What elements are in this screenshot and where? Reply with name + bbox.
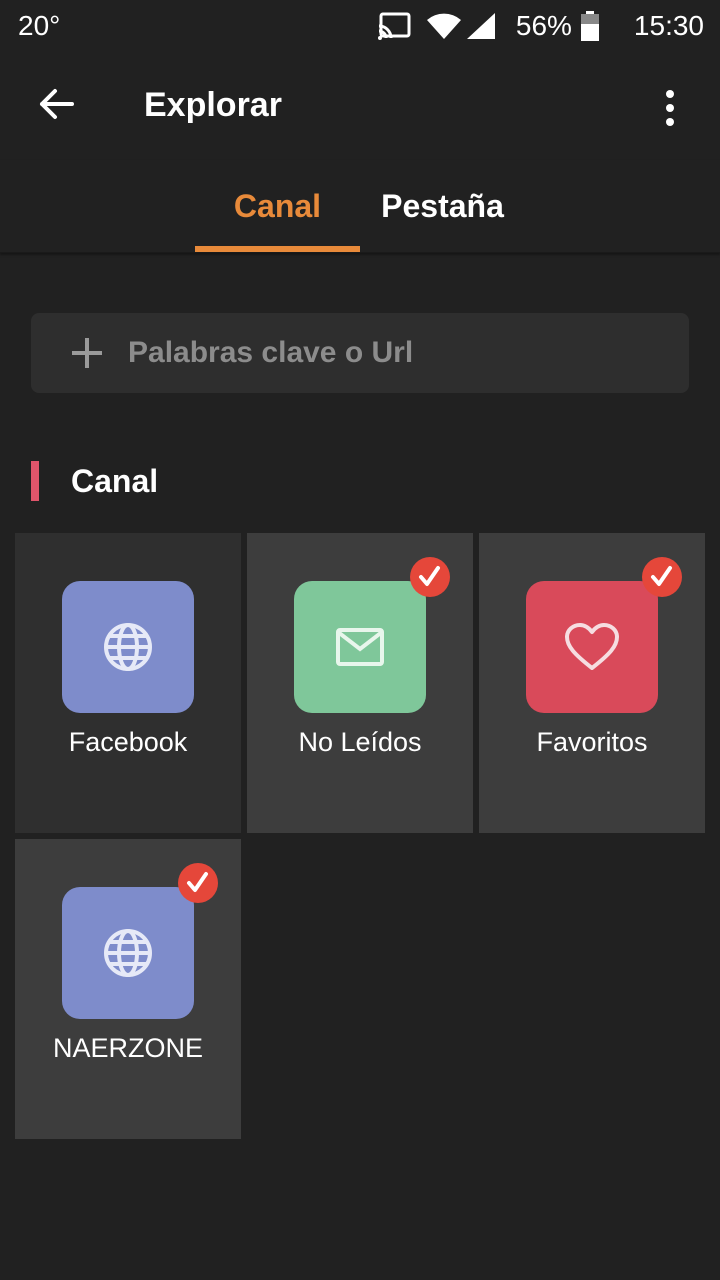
channel-label: Facebook xyxy=(68,727,188,757)
app-bar: Explorar xyxy=(0,52,720,160)
channel-label: NAERZONE xyxy=(52,1033,204,1063)
channel-icon-bg xyxy=(62,887,194,1019)
wifi-icon xyxy=(426,12,462,40)
more-vert-icon xyxy=(666,90,674,98)
page-title: Explorar xyxy=(144,86,282,124)
arrow-left-icon xyxy=(40,89,74,119)
check-badge-icon xyxy=(178,863,218,903)
globe-icon xyxy=(104,623,152,671)
section-title: Canal xyxy=(71,462,159,499)
channel-tile-naerzone[interactable]: NAERZONE xyxy=(15,839,241,1139)
channel-tile-no-leidos[interactable]: No Leídos xyxy=(247,533,473,833)
section-accent-bar xyxy=(31,461,39,501)
more-options-button[interactable] xyxy=(646,84,694,132)
channel-tile-facebook[interactable]: Facebook xyxy=(15,533,241,833)
check-badge-icon xyxy=(642,557,682,597)
signal-icon xyxy=(466,12,496,40)
status-bar: 20° 56% 15:30 xyxy=(0,0,720,52)
heart-icon xyxy=(565,623,619,670)
plus-icon xyxy=(72,338,102,368)
back-button[interactable] xyxy=(34,82,78,126)
globe-icon xyxy=(104,929,152,977)
status-icons: 56% 15:30 xyxy=(377,10,704,42)
section-header: Canal xyxy=(31,460,158,502)
tab-bar: Canal Pestaña xyxy=(0,160,720,253)
search-placeholder: Palabras clave o Url xyxy=(128,336,414,369)
search-input[interactable]: Palabras clave o Url xyxy=(31,313,689,393)
status-temperature: 20° xyxy=(18,10,61,41)
channel-icon-bg xyxy=(62,581,194,713)
status-time: 15:30 xyxy=(633,10,704,41)
tab-active-indicator xyxy=(195,246,360,252)
battery-percent: 56% xyxy=(515,10,572,41)
channel-icon-bg xyxy=(294,581,426,713)
check-badge-icon xyxy=(410,557,450,597)
channel-label: No Leídos xyxy=(298,727,422,757)
mail-icon xyxy=(336,628,384,666)
battery-icon xyxy=(580,11,600,41)
tab-pestana[interactable]: Pestaña xyxy=(360,160,525,252)
channel-tile-favoritos[interactable]: Favoritos xyxy=(479,533,705,833)
tab-canal[interactable]: Canal xyxy=(195,160,360,252)
channel-icon-bg xyxy=(526,581,658,713)
channel-label: Favoritos xyxy=(536,727,648,757)
cast-icon xyxy=(377,12,412,40)
